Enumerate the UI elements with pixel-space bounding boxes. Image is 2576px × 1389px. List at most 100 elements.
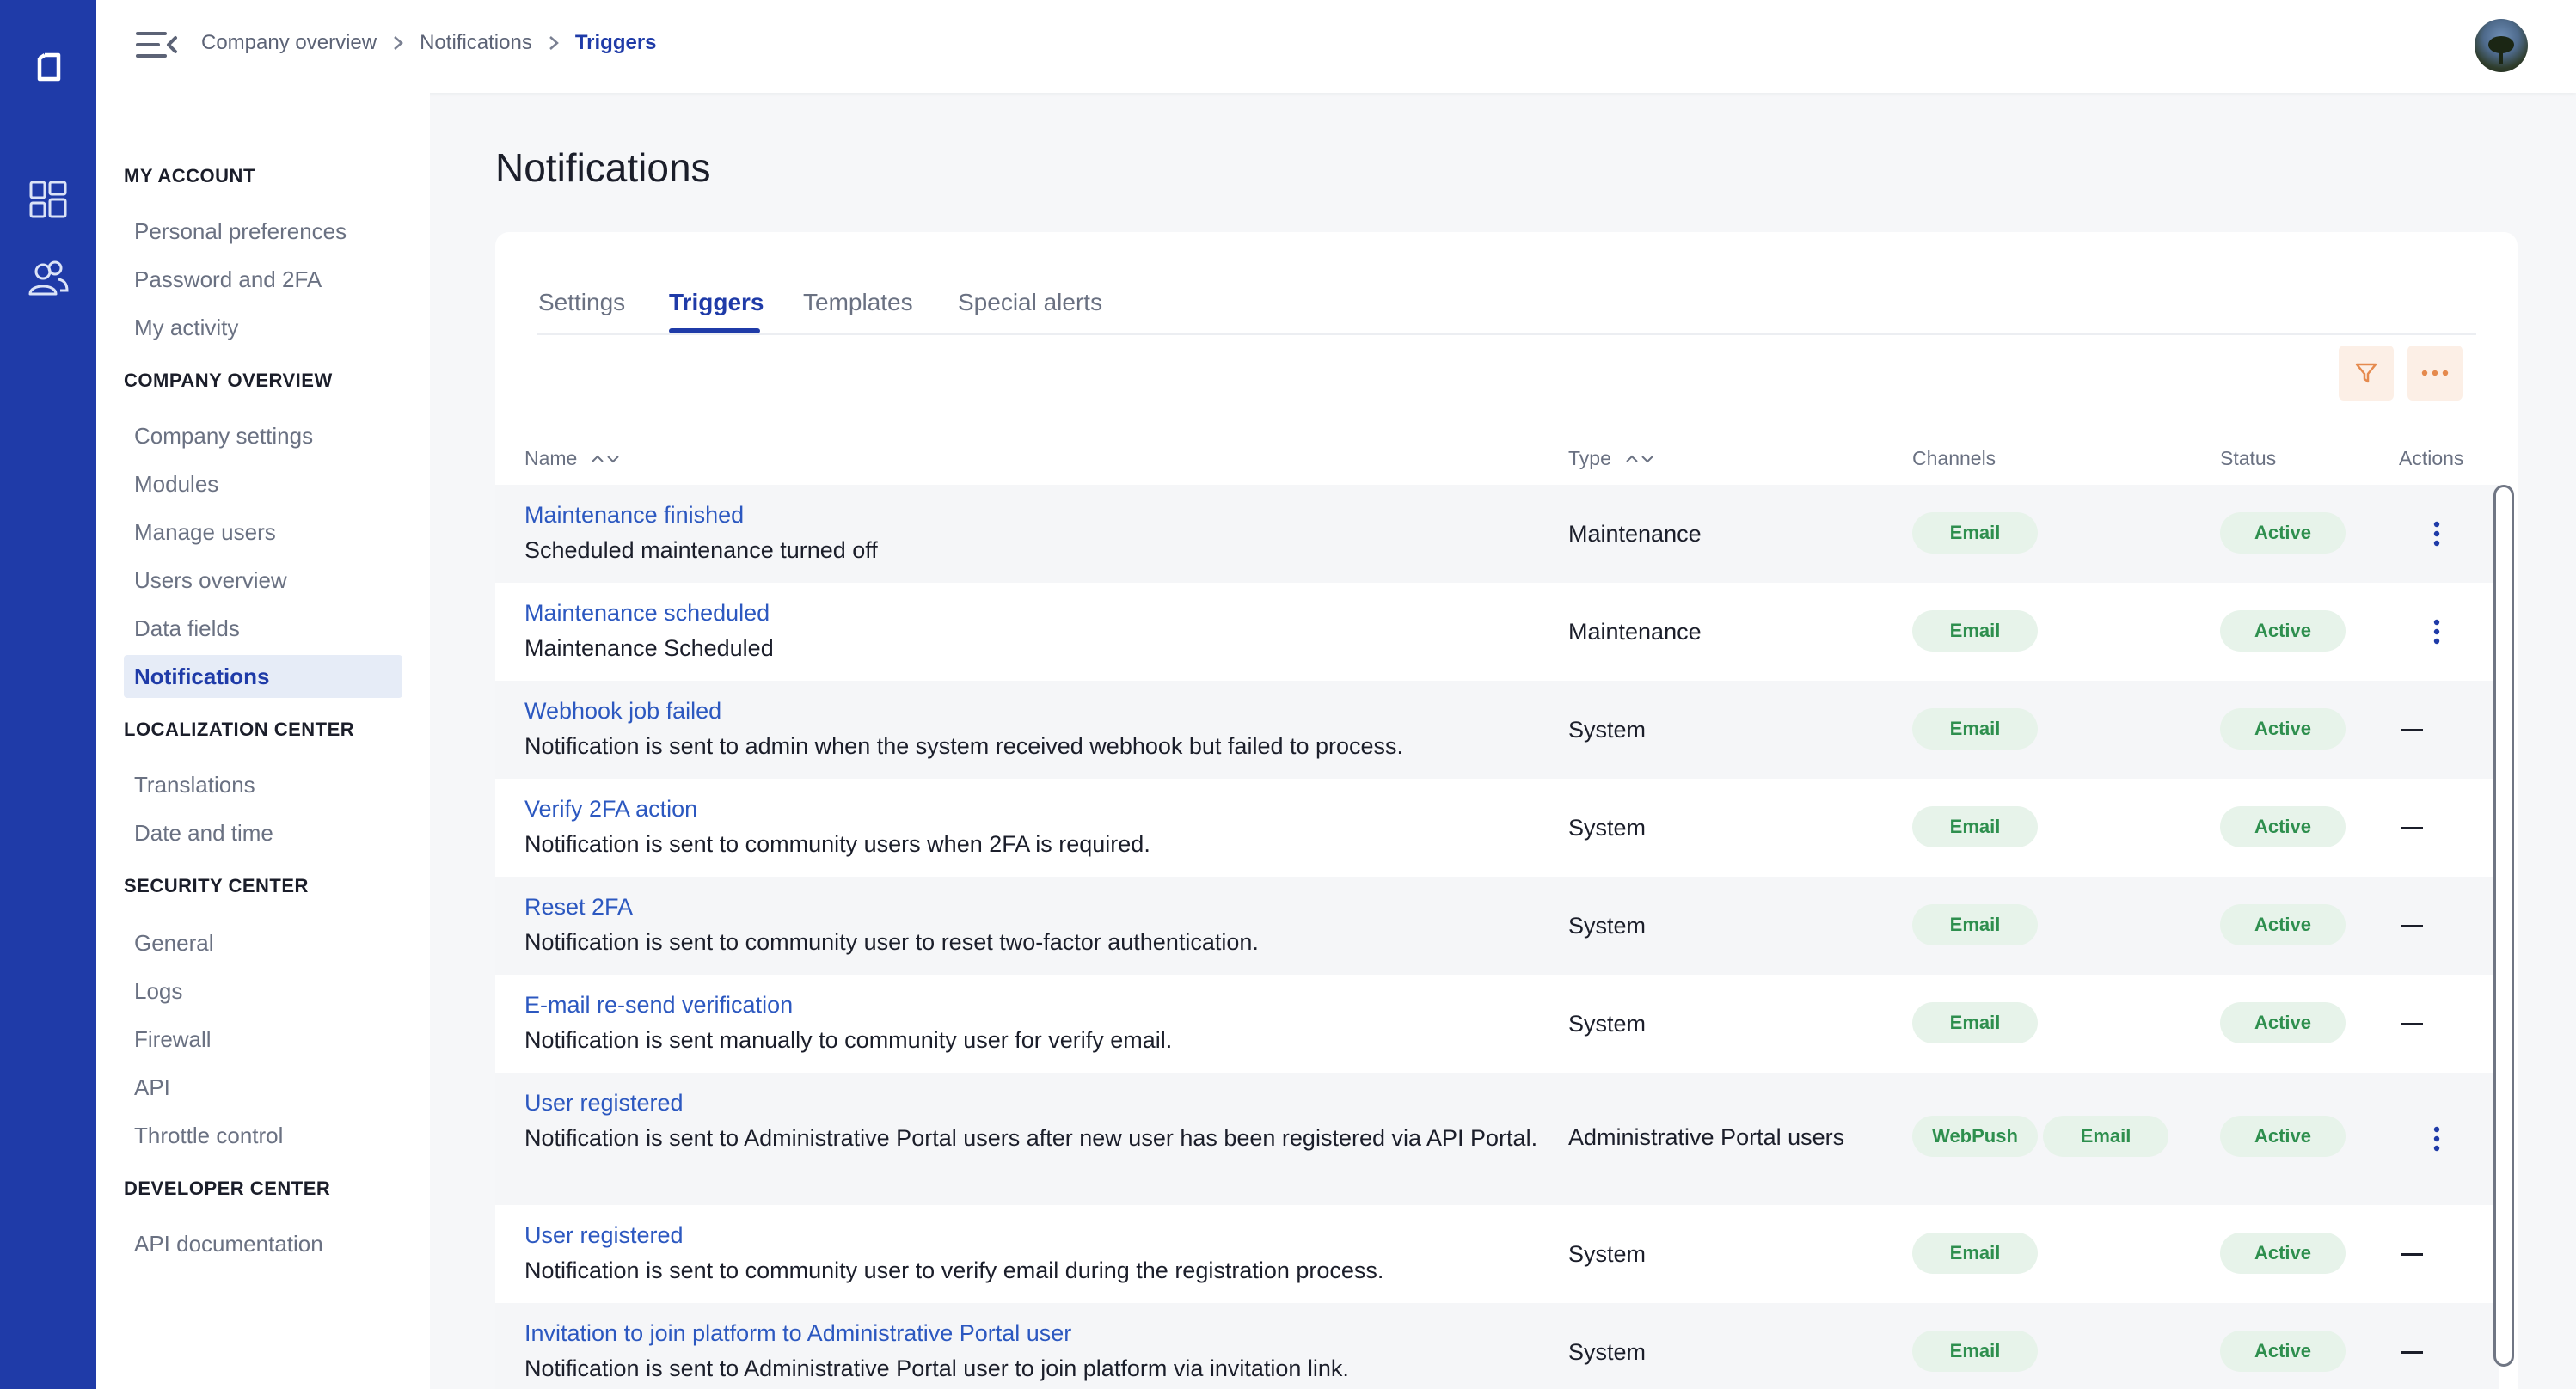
sidebar-item-personal-preferences[interactable]: Personal preferences [124, 210, 402, 253]
trigger-title-link[interactable]: E-mail re-send verification [524, 992, 793, 1019]
more-options-button[interactable] [2407, 346, 2463, 401]
column-name-label: Name [524, 447, 578, 469]
avatar[interactable] [2475, 19, 2528, 72]
trigger-title-link[interactable]: Reset 2FA [524, 894, 633, 921]
trigger-type: System [1568, 1339, 1647, 1365]
chevron-right-icon [394, 36, 403, 50]
channel-chip-email: Email [1912, 806, 2038, 847]
page-title: Notifications [495, 145, 711, 190]
section-title-company-overview: COMPANY OVERVIEW [124, 370, 333, 391]
app-rail [0, 0, 96, 1389]
table-row[interactable]: Invitation to join platform to Administr… [495, 1303, 2499, 1389]
sidebar-item-general[interactable]: General [124, 921, 402, 964]
no-actions-dash [2401, 925, 2423, 927]
tab-bar: Settings Triggers Templates Special aler… [537, 260, 2476, 335]
status-badge: Active [2220, 512, 2346, 554]
trigger-type: System [1568, 717, 1647, 743]
trigger-title-link[interactable]: Invitation to join platform to Administr… [524, 1320, 1071, 1347]
trigger-title-link[interactable]: Webhook job failed [524, 698, 721, 725]
tab-settings[interactable]: Settings [538, 289, 625, 316]
trigger-description: Notification is sent to community user t… [524, 929, 1259, 955]
table-row[interactable]: Maintenance scheduled Maintenance Schedu… [495, 583, 2499, 681]
trigger-type: Maintenance [1568, 619, 1702, 645]
breadcrumb-company-overview[interactable]: Company overview [201, 31, 377, 55]
sidebar-item-password-2fa[interactable]: Password and 2FA [124, 258, 402, 301]
table-row[interactable]: Verify 2FA action Notification is sent t… [495, 779, 2499, 877]
sort-icon[interactable] [1623, 450, 1658, 468]
status-badge: Active [2220, 1233, 2346, 1274]
sidebar-item-api[interactable]: API [124, 1066, 402, 1109]
more-horizontal-icon [2421, 370, 2449, 376]
trigger-type: System [1568, 1241, 1647, 1267]
chevron-right-icon [549, 36, 559, 50]
settings-sidebar: MY ACCOUNT Personal preferences Password… [96, 93, 430, 1389]
sidebar-item-modules[interactable]: Modules [124, 462, 402, 505]
table-row[interactable]: User registered Notification is sent to … [495, 1073, 2499, 1205]
sidebar-item-users-overview[interactable]: Users overview [124, 559, 402, 602]
section-title-security-center: SECURITY CENTER [124, 875, 309, 896]
active-tab-indicator [669, 328, 760, 333]
breadcrumb-notifications[interactable]: Notifications [420, 31, 532, 55]
trigger-title-link[interactable]: Maintenance finished [524, 502, 744, 529]
table-row[interactable]: User registered Notification is sent to … [495, 1205, 2499, 1303]
column-header-name: Name [524, 447, 623, 470]
tab-triggers[interactable]: Triggers [669, 289, 764, 316]
trigger-title-link[interactable]: Verify 2FA action [524, 796, 697, 823]
sidebar-item-logs[interactable]: Logs [124, 970, 402, 1013]
more-vertical-icon [2433, 619, 2440, 645]
channel-chip-email: Email [1912, 610, 2038, 652]
trigger-type: System [1568, 815, 1647, 841]
row-actions-button[interactable] [2420, 1122, 2454, 1156]
table-row[interactable]: Webhook job failed Notification is sent … [495, 681, 2499, 779]
sidebar-item-date-time[interactable]: Date and time [124, 811, 402, 854]
dashboard-grid-icon[interactable] [26, 177, 71, 222]
sidebar-item-data-fields[interactable]: Data fields [124, 607, 402, 650]
sidebar-item-translations[interactable]: Translations [124, 763, 402, 806]
status-badge: Active [2220, 806, 2346, 847]
channel-chip-webpush: WebPush [1912, 1116, 2038, 1157]
status-badge: Active [2220, 1002, 2346, 1043]
sidebar-item-notifications[interactable]: Notifications [124, 655, 402, 698]
sort-icon[interactable] [589, 450, 623, 468]
table-row[interactable]: Maintenance finished Scheduled maintenan… [495, 485, 2499, 583]
trigger-type: System [1568, 913, 1647, 939]
trigger-type: Administrative Portal users [1568, 1124, 1845, 1150]
filter-button[interactable] [2339, 346, 2394, 401]
filter-icon [2355, 363, 2377, 383]
row-actions-button[interactable] [2420, 615, 2454, 649]
trigger-title-link[interactable]: User registered [524, 1090, 684, 1117]
table-row[interactable]: Reset 2FA Notification is sent to commun… [495, 877, 2499, 975]
channel-chip-email: Email [1912, 1233, 2038, 1274]
trigger-title-link[interactable]: Maintenance scheduled [524, 600, 770, 627]
table-row[interactable]: E-mail re-send verification Notification… [495, 975, 2499, 1073]
column-header-type: Type [1568, 447, 1658, 470]
no-actions-dash [2401, 1023, 2423, 1025]
app-logo-icon[interactable] [26, 43, 71, 88]
row-actions-button[interactable] [2420, 517, 2454, 551]
table-header: Name Type Channels Status Actions [495, 438, 2518, 476]
sidebar-item-my-activity[interactable]: My activity [124, 306, 402, 349]
users-icon[interactable] [26, 256, 71, 301]
status-badge: Active [2220, 708, 2346, 750]
sidebar-item-throttle-control[interactable]: Throttle control [124, 1114, 402, 1157]
top-header: Company overview Notifications Triggers [96, 0, 2576, 93]
trigger-description: Notification is sent to community user t… [524, 1257, 1384, 1283]
menu-collapse-icon[interactable] [134, 29, 179, 60]
sidebar-item-company-settings[interactable]: Company settings [124, 414, 402, 457]
column-status-label: Status [2220, 447, 2277, 469]
sidebar-item-manage-users[interactable]: Manage users [124, 511, 402, 554]
trigger-type: Maintenance [1568, 521, 1702, 547]
sidebar-item-api-documentation[interactable]: API documentation [124, 1222, 402, 1265]
more-vertical-icon [2433, 521, 2440, 547]
breadcrumb-triggers: Triggers [574, 31, 657, 54]
no-actions-dash [2401, 729, 2423, 731]
sidebar-item-firewall[interactable]: Firewall [124, 1018, 402, 1061]
table-scrollbar[interactable] [2493, 485, 2514, 1367]
trigger-type: System [1568, 1011, 1647, 1037]
channel-chip-email: Email [1912, 1331, 2038, 1372]
trigger-title-link[interactable]: User registered [524, 1222, 684, 1249]
breadcrumb: Company overview Notifications Triggers [201, 31, 657, 55]
tab-special-alerts[interactable]: Special alerts [958, 289, 1102, 316]
tab-templates[interactable]: Templates [803, 289, 913, 316]
section-title-my-account: MY ACCOUNT [124, 165, 255, 187]
